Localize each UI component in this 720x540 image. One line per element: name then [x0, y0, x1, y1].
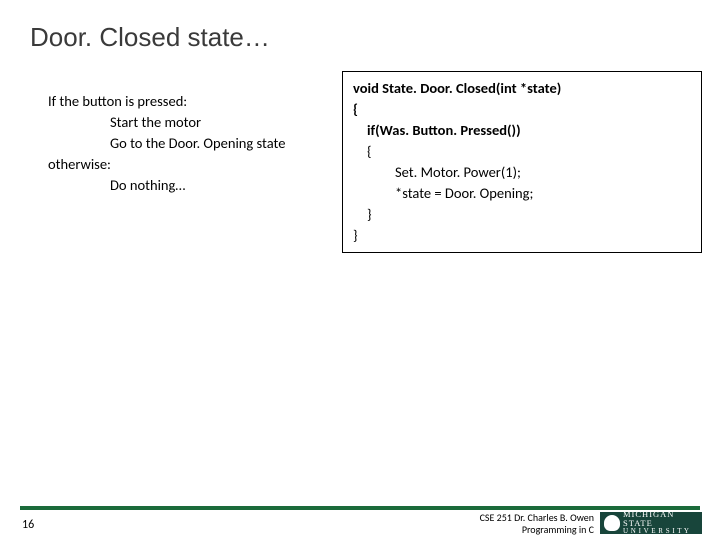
- slide-title: Door. Closed state…: [30, 22, 690, 53]
- code-line: {: [353, 141, 691, 162]
- code-line: {: [353, 100, 358, 118]
- code-line: }: [353, 226, 358, 244]
- code-line: if(Was. Button. Pressed()): [353, 120, 691, 141]
- code-line: Set. Motor. Power(1);: [353, 162, 691, 183]
- msu-logo-top: MICHIGAN STATE: [623, 510, 702, 528]
- page-number: 16: [22, 518, 34, 532]
- pseudo-line: If the button is pressed:: [48, 92, 187, 110]
- code-line: void State. Door. Closed(int *state): [353, 79, 561, 97]
- pseudo-line: otherwise:: [48, 155, 111, 173]
- msu-logo-bottom: U N I V E R S I T Y: [623, 528, 702, 535]
- spartan-helmet-icon: [604, 515, 620, 531]
- pseudo-line: Start the motor: [48, 112, 285, 133]
- code-box: void State. Door. Closed(int *state) { i…: [342, 71, 702, 253]
- pseudo-line: Do nothing…: [48, 175, 285, 196]
- msu-logo: MICHIGAN STATE U N I V E R S I T Y: [600, 512, 702, 534]
- pseudocode-block: If the button is pressed: Start the moto…: [48, 91, 285, 196]
- code-line: *state = Door. Opening;: [353, 183, 691, 204]
- code-line: }: [353, 204, 691, 225]
- slide: Door. Closed state… If the button is pre…: [0, 0, 720, 540]
- footer-attribution: CSE 251 Dr. Charles B. Owen Programming …: [480, 512, 594, 536]
- footer-divider: [20, 506, 700, 510]
- content-area: If the button is pressed: Start the moto…: [30, 71, 690, 231]
- msu-logo-text: MICHIGAN STATE U N I V E R S I T Y: [623, 510, 702, 535]
- pseudo-line: Go to the Door. Opening state: [48, 133, 285, 154]
- footer-course-sub: Programming in C: [522, 523, 594, 536]
